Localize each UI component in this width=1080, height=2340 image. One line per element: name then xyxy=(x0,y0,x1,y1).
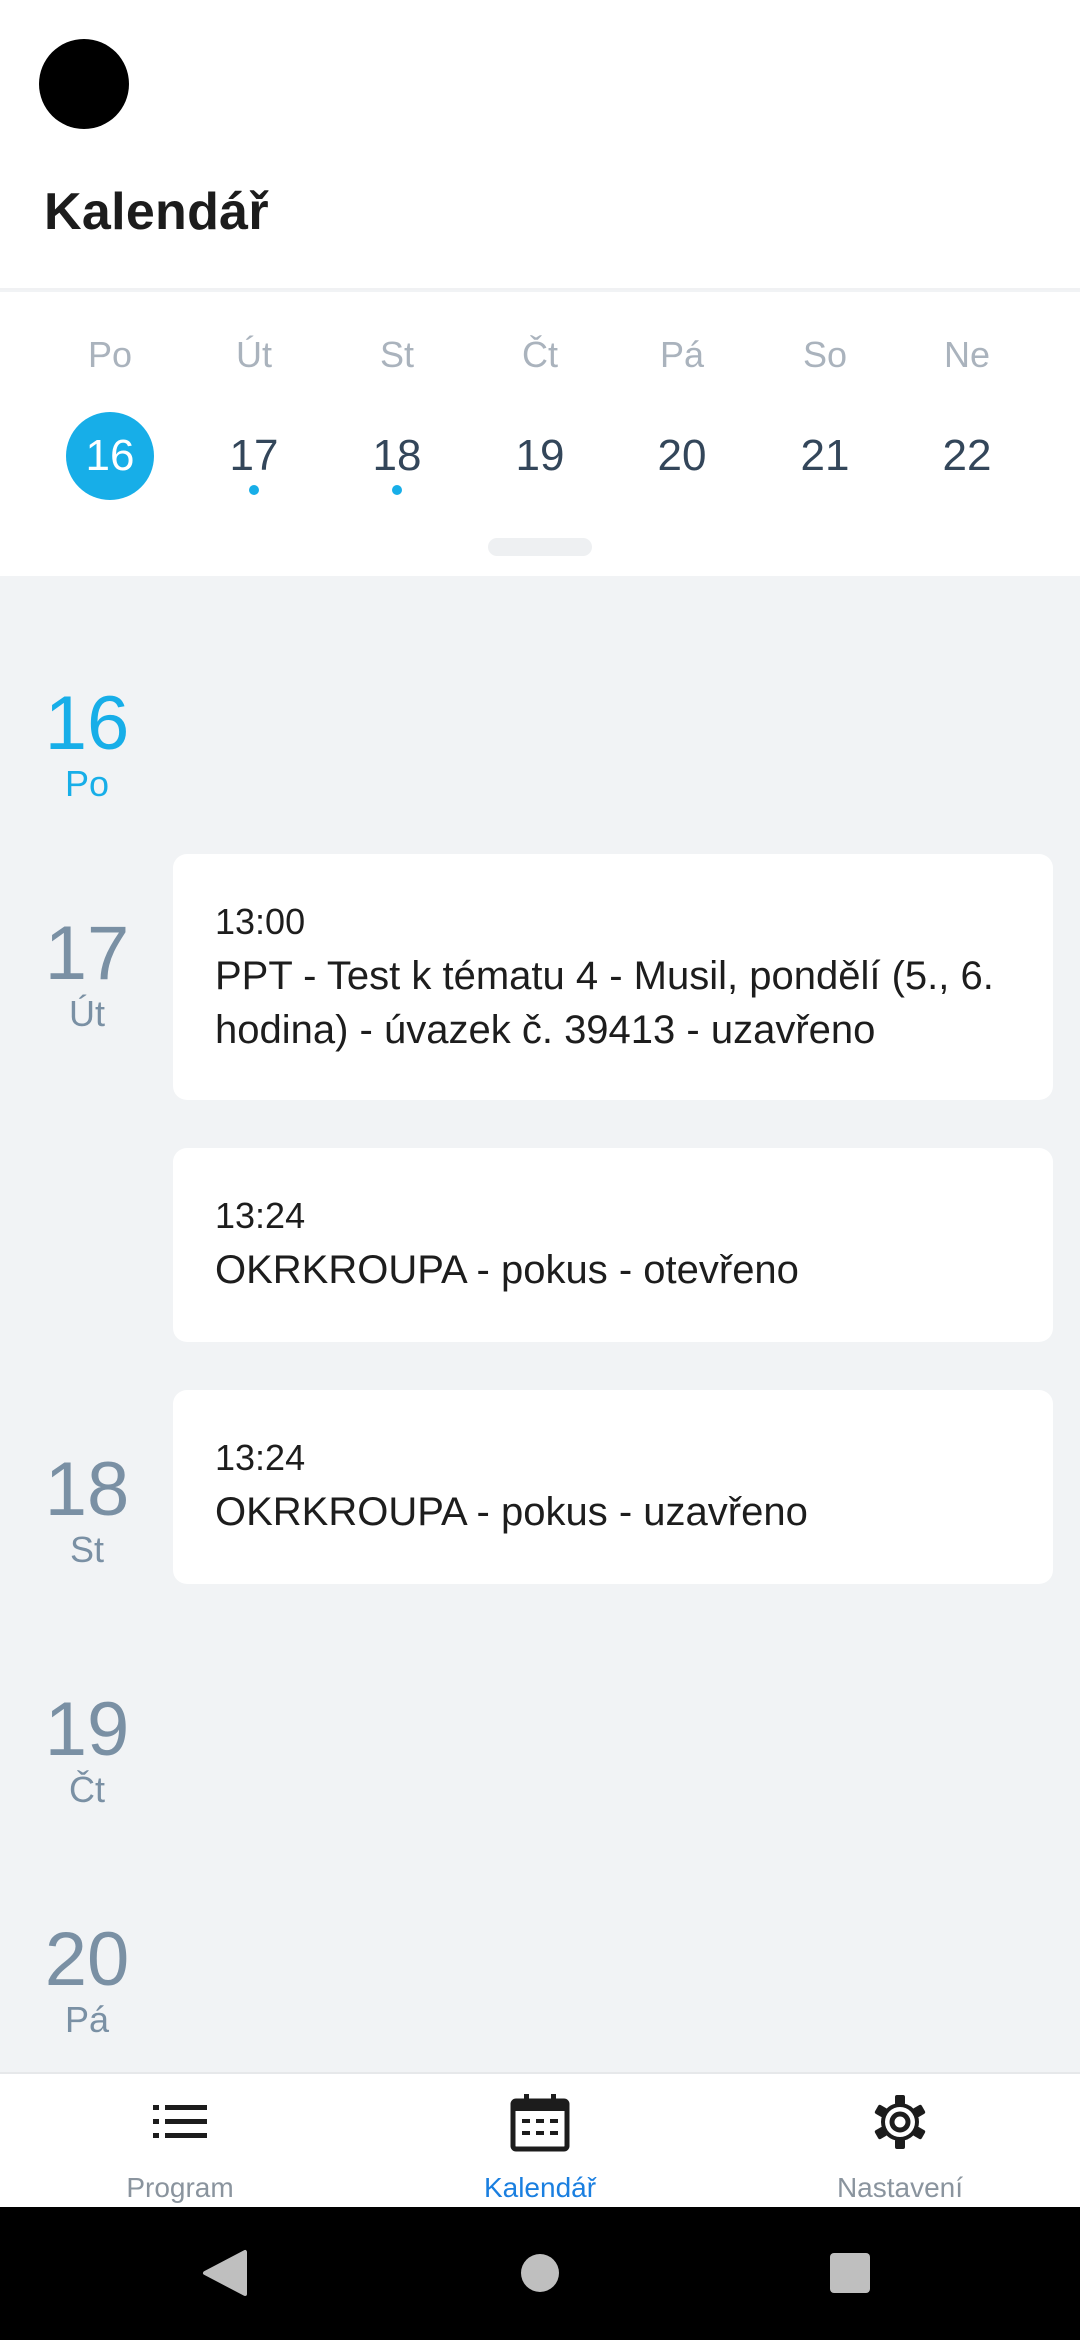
bottom-navigation: Program Kalendář Nastavení xyxy=(0,2072,1080,2207)
event-time: 13:24 xyxy=(215,1437,306,1478)
week-day-date[interactable]: 22 xyxy=(923,412,1011,500)
event-card[interactable]: 13:00 PPT - Test k tématu 4 - Musil, pon… xyxy=(173,854,1053,1100)
agenda-day-name: Pá xyxy=(64,1999,110,2040)
agenda-day-name: Út xyxy=(69,993,105,1034)
recents-button[interactable] xyxy=(790,2207,910,2340)
week-day-fri[interactable]: Pá 20 xyxy=(622,292,742,532)
back-icon xyxy=(203,2250,247,2296)
gear-icon xyxy=(874,2095,926,2149)
nav-label: Program xyxy=(126,2172,234,2203)
event-card[interactable]: 13:24 OKRKROUPA - pokus - otevřeno xyxy=(173,1148,1053,1342)
agenda-day-name: Po xyxy=(64,763,110,804)
week-day-name: Ne xyxy=(943,334,991,375)
week-day-name: Čt xyxy=(522,334,558,375)
week-day-sat[interactable]: So 21 xyxy=(765,292,885,532)
agenda-day-number: 18 xyxy=(44,1447,130,1532)
agenda-day-number: 17 xyxy=(44,911,130,996)
week-day-name: St xyxy=(379,334,414,375)
recents-icon xyxy=(830,2253,870,2293)
week-day-wed[interactable]: St 18 xyxy=(337,292,457,532)
week-day-date[interactable]: 19 xyxy=(496,412,584,500)
week-day-mon[interactable]: Po 16 xyxy=(50,292,170,532)
agenda-day-number: 16 xyxy=(44,681,130,766)
calendar-icon xyxy=(510,2094,570,2152)
avatar[interactable] xyxy=(39,39,129,129)
event-time: 13:24 xyxy=(215,1195,306,1236)
event-title: OKRKROUPA - pokus - uzavřeno xyxy=(215,1490,808,1535)
event-indicator-dot xyxy=(249,485,259,495)
nav-label: Kalendář xyxy=(483,2172,597,2203)
week-day-date[interactable]: 21 xyxy=(781,412,869,500)
back-button[interactable] xyxy=(165,2207,285,2340)
list-icon xyxy=(153,2105,207,2138)
agenda-day-name: St xyxy=(69,1529,104,1570)
agenda-list[interactable]: 16 Po 17 Út 13:00 PPT - Test k tématu 4 … xyxy=(0,576,1080,2073)
nav-label: Nastavení xyxy=(836,2172,964,2203)
nav-program[interactable]: Program xyxy=(0,2074,360,2209)
event-time: 13:00 xyxy=(215,901,306,942)
page-title: Kalendář xyxy=(44,183,269,241)
week-day-date-selected[interactable]: 16 xyxy=(66,412,154,500)
week-strip: Po 16 Út 17 St 18 Čt 19 Pá 20 So 21 Ne 2… xyxy=(0,292,1080,576)
event-title: OKRKROUPA - pokus - otevřeno xyxy=(215,1248,799,1293)
agenda-day-number: 20 xyxy=(44,1917,130,2002)
nav-settings[interactable]: Nastavení xyxy=(720,2074,1080,2209)
week-day-name: Po xyxy=(87,334,133,375)
week-day-thu[interactable]: Čt 19 xyxy=(480,292,600,532)
app-header: Kalendář xyxy=(0,0,1080,290)
drag-handle[interactable] xyxy=(488,538,592,556)
home-button[interactable] xyxy=(480,2207,600,2340)
nav-calendar[interactable]: Kalendář xyxy=(360,2074,720,2209)
agenda-day-number: 19 xyxy=(44,1687,130,1772)
event-card[interactable]: 13:24 OKRKROUPA - pokus - uzavřeno xyxy=(173,1390,1053,1584)
agenda-day-name: Čt xyxy=(69,1769,105,1810)
week-day-sun[interactable]: Ne 22 xyxy=(907,292,1027,532)
event-title: PPT - Test k tématu 4 - Musil, pondělí (… xyxy=(215,954,994,1053)
home-icon xyxy=(521,2254,559,2292)
week-day-name: Út xyxy=(236,334,272,375)
system-navigation-bar xyxy=(0,2207,1080,2340)
week-day-tue[interactable]: Út 17 xyxy=(194,292,314,532)
event-indicator-dot xyxy=(392,485,402,495)
week-day-name: Pá xyxy=(659,334,705,375)
week-day-date[interactable]: 20 xyxy=(638,412,726,500)
week-day-name: So xyxy=(802,334,848,375)
